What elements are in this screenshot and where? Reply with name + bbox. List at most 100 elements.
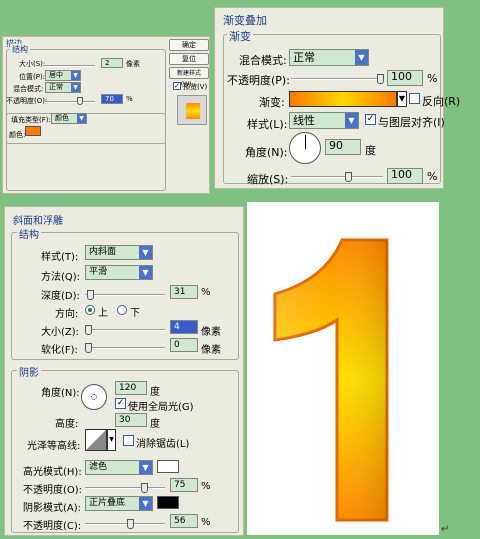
direction-up-radio[interactable] [85, 305, 95, 315]
stroke-opacity-thumb[interactable] [77, 97, 83, 105]
bevel-angle-input[interactable]: 120 [115, 381, 147, 395]
stroke-size-slider[interactable] [45, 65, 95, 67]
stroke-blend-value: 正常 [49, 83, 63, 91]
gradient-blend-select[interactable]: 正常 ▼ [289, 49, 369, 66]
gradient-angle-input[interactable]: 90 [325, 139, 361, 155]
stroke-opacity-input[interactable]: 70 [101, 94, 123, 104]
highlight-mode-select[interactable]: 滤色 ▼ [85, 460, 153, 475]
bevel-altitude-input[interactable]: 30 [115, 413, 147, 427]
bevel-depth-input[interactable]: 31 [170, 285, 198, 299]
gradient-angle-unit: 度 [365, 144, 376, 157]
stroke-position-select[interactable]: 居中 ▼ [45, 70, 81, 81]
gradient-scale-input[interactable]: 100 [387, 168, 423, 184]
stroke-size-input[interactable]: 2 [101, 58, 123, 68]
chevron-down-icon: ▼ [139, 461, 152, 474]
gradient-scale-thumb[interactable] [345, 172, 352, 182]
global-light-checkbox[interactable]: ✓ [115, 398, 126, 409]
stroke-opacity-label: 不透明度(O): [6, 97, 48, 105]
align-with-layer-checkbox[interactable]: ✓ [365, 114, 376, 125]
stroke-position-label: 位置(P): [19, 73, 46, 81]
reverse-checkbox[interactable] [409, 93, 420, 104]
direction-down-label: 下 [130, 308, 140, 319]
gradient-opacity-slider[interactable] [291, 78, 383, 80]
bevel-direction-label: 方向: [55, 309, 79, 320]
stroke-structure-title: 结构 [10, 44, 30, 55]
gradient-opacity-thumb[interactable] [377, 74, 384, 84]
chevron-down-icon: ▼ [139, 497, 152, 510]
highlight-mode-value: 滤色 [89, 462, 108, 472]
gradient-overlay-panel: 渐变叠加 渐变 混合模式: 正常 ▼ 不透明度(P): 100 % 渐变: ▼ 反… [214, 7, 460, 189]
bevel-soften-label: 软化(F): [41, 345, 78, 356]
preview-canvas [247, 202, 439, 535]
stroke-size-label: 大小(S): [19, 60, 46, 68]
gradient-opacity-label: 不透明度(P): [227, 74, 290, 87]
chevron-down-icon: ▼ [398, 94, 406, 103]
chevron-down-icon: ▼ [109, 436, 114, 443]
bevel-altitude-label: 高度: [55, 419, 79, 430]
gradient-opacity-unit: % [427, 72, 438, 85]
bevel-size-label: 大小(Z): [41, 327, 80, 338]
bevel-emboss-panel: 斜面和浮雕 结构 样式(T): 内斜面 ▼ 方法(Q): 平滑 ▼ 深度(D): 3… [4, 206, 244, 536]
bevel-soften-unit: 像素 [201, 345, 221, 356]
bevel-angle-label: 角度(N): [41, 388, 80, 399]
bevel-soften-slider[interactable] [85, 347, 165, 349]
bevel-soften-input[interactable]: 0 [170, 338, 198, 352]
new-style-button[interactable]: 新建样式(W)... [169, 67, 209, 88]
bevel-size-thumb[interactable] [85, 325, 92, 335]
gradient-scale-label: 缩放(S): [247, 173, 289, 186]
bevel-style-value: 内斜面 [89, 247, 117, 257]
gradient-swatch[interactable] [289, 91, 397, 107]
shadow-opacity-input[interactable]: 56 [170, 514, 198, 528]
bevel-style-label: 样式(T): [41, 252, 79, 263]
gradient-opacity-input[interactable]: 100 [387, 70, 423, 86]
shadow-color-swatch[interactable] [157, 496, 179, 509]
styled-digit-one [273, 238, 389, 522]
bevel-depth-slider[interactable] [85, 294, 165, 296]
gloss-contour-preview[interactable] [85, 429, 107, 451]
preview-checkbox[interactable]: ✓ [173, 82, 181, 90]
bevel-altitude-unit: 度 [150, 419, 160, 430]
style-preview-thumbnail [177, 95, 207, 125]
gradient-style-select[interactable]: 线性 ▼ [289, 112, 359, 129]
stroke-blend-select[interactable]: 正常 ▼ [45, 82, 81, 93]
gradient-dropdown-button[interactable]: ▼ [397, 91, 407, 107]
shadow-opacity-thumb[interactable] [127, 519, 134, 529]
stroke-fill-type-value: 颜色 [55, 114, 69, 122]
gloss-contour-dropdown[interactable]: ▼ [107, 429, 116, 451]
global-light-label: 使用全局光(G) [128, 402, 194, 413]
chevron-down-icon: ▼ [77, 114, 86, 123]
shadow-opacity-slider[interactable] [85, 523, 165, 525]
shadow-mode-select[interactable]: 正片叠底 ▼ [85, 496, 153, 511]
shading-angle-dial[interactable] [81, 384, 107, 410]
stroke-fill-type-select[interactable]: 颜色 ▼ [51, 113, 87, 124]
reset-button[interactable]: 复位 [169, 53, 209, 65]
ok-button[interactable]: 确定 [169, 39, 209, 51]
stroke-color-swatch[interactable] [25, 126, 41, 136]
gradient-scale-slider[interactable] [291, 176, 383, 178]
highlight-color-swatch[interactable] [157, 460, 179, 473]
bevel-size-slider[interactable] [85, 329, 165, 331]
bevel-depth-label: 深度(D): [41, 291, 80, 302]
highlight-opacity-label: 不透明度(O): [23, 485, 83, 496]
bevel-structure-title: 结构 [17, 226, 41, 241]
bevel-soften-thumb[interactable] [85, 343, 92, 353]
shadow-opacity-unit: % [201, 517, 211, 528]
bevel-shading-title: 阴影 [17, 364, 41, 379]
bevel-method-select[interactable]: 平滑 ▼ [85, 265, 153, 280]
highlight-opacity-input[interactable]: 75 [170, 478, 198, 492]
angle-dial[interactable] [289, 132, 321, 164]
return-mark: ↵ [441, 524, 450, 535]
antialias-checkbox[interactable] [123, 435, 134, 446]
stroke-color-label: 颜色: [9, 131, 26, 139]
highlight-opacity-thumb[interactable] [141, 483, 148, 493]
highlight-opacity-slider[interactable] [85, 487, 165, 489]
gloss-contour-label: 光泽等高线: [27, 441, 81, 452]
gradient-style-value: 线性 [293, 114, 315, 127]
bevel-depth-thumb[interactable] [87, 290, 94, 300]
bevel-size-input[interactable]: 4 [170, 320, 198, 334]
shadow-opacity-label: 不透明度(C): [23, 521, 82, 532]
direction-down-radio[interactable] [117, 305, 127, 315]
gradient-label: 渐变: [259, 96, 285, 109]
stroke-opacity-slider[interactable] [45, 101, 95, 103]
bevel-style-select[interactable]: 内斜面 ▼ [85, 245, 153, 260]
